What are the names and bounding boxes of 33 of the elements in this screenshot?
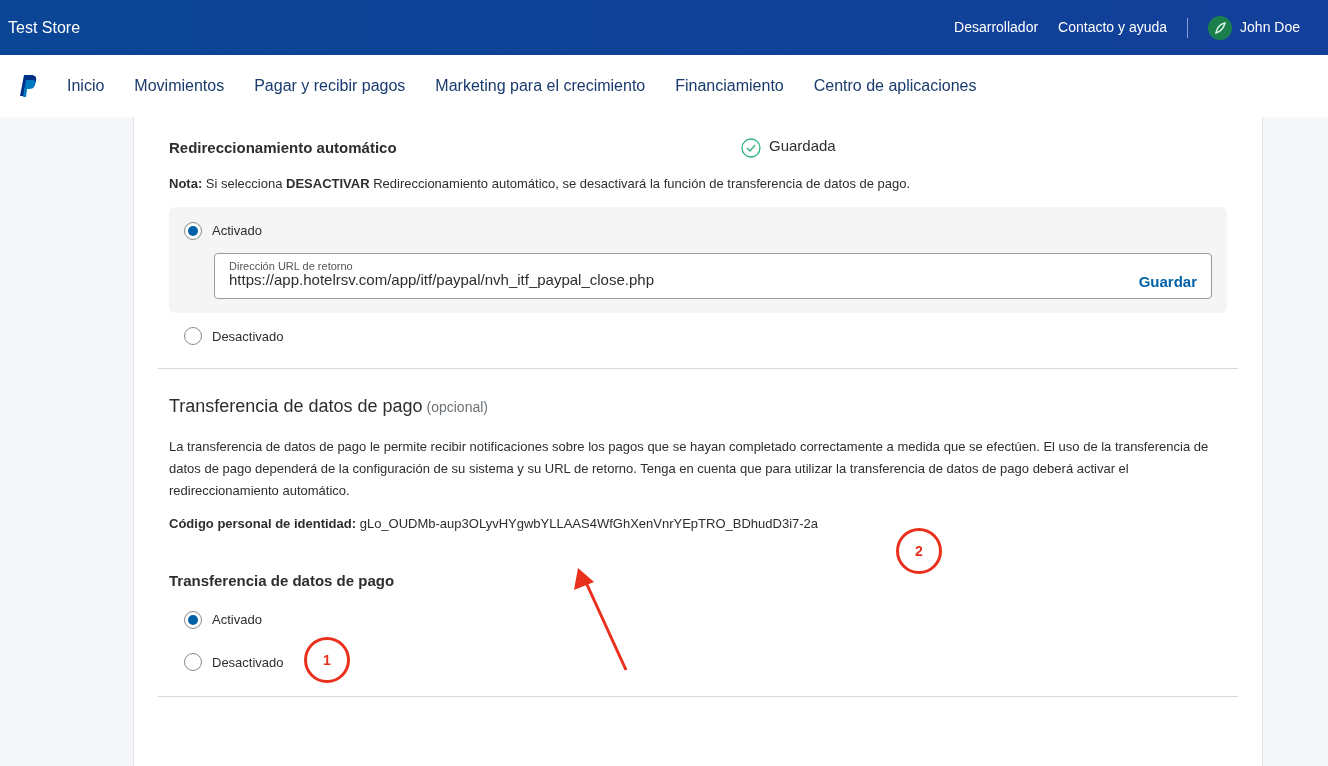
nav-link[interactable]: Financiamiento <box>675 74 784 98</box>
radio-label[interactable]: Activado <box>212 221 262 241</box>
nav-link[interactable]: Marketing para el crecimiento <box>435 74 646 98</box>
store-name: Test Store <box>8 17 81 38</box>
radio-label[interactable]: Desactivado <box>212 326 284 346</box>
section-title: Transferencia de datos de pago <box>169 395 423 418</box>
optional-label: (opcional) <box>426 398 488 417</box>
note-text: Nota: Si selecciona DESACTIVAR Redireccionamiento automático, se desactivará la función de transferencia de datos de pago. <box>169 174 912 193</box>
radio-button[interactable] <box>184 653 202 672</box>
header-link[interactable]: Desarrollador <box>954 17 1039 38</box>
save-link[interactable]: Guardar <box>1138 271 1197 294</box>
annotation-marker: 2 <box>896 528 942 574</box>
nav-link[interactable]: Movimientos <box>134 74 225 98</box>
section-title: Redireccionamiento automático <box>169 138 398 158</box>
return-url-field[interactable]: Dirección URL de retorno https://app.hotelrsv.com/app/itf/paypal/nvh_itf_paypal_close.php Guardar <box>214 252 1212 299</box>
nav-link[interactable]: Centro de aplicaciones <box>813 74 977 98</box>
saved-status: Guardada <box>769 136 836 156</box>
radio-label[interactable]: Desactivado <box>212 652 284 672</box>
radio-button[interactable] <box>184 327 202 346</box>
header-link[interactable]: Contacto y ayuda <box>1058 17 1168 38</box>
radio-button[interactable] <box>184 221 202 240</box>
avatar-icon[interactable] <box>1208 15 1233 40</box>
radio-button[interactable] <box>184 610 202 629</box>
annotation-marker: 1 <box>304 637 350 683</box>
radio-label[interactable]: Activado <box>212 610 262 630</box>
nav-link[interactable]: Inicio <box>67 74 105 98</box>
setting-title: Transferencia de datos de pago <box>169 570 396 591</box>
description-text: La transferencia de datos de pago le permite recibir notificaciones sobre los pagos que se hayan completado correctamente a medida que se efectúen. El uso de la transferencia de datos de pago dependerá de la configuración de su sistema y su URL de retorno. Tenga en cuenta que para utilizar la transferencia de datos de pago deberá activar el redireccionamiento automático. <box>169 438 1210 500</box>
paypal-logo-icon[interactable] <box>17 74 37 98</box>
identity-token-text: Código personal de identidad: gLo_OUDMb-aup3OLyvHYgwbYLLAAS4WfGhXenVnrYEpTRO_BDhudD3i7-2a <box>169 515 820 533</box>
nav-link[interactable]: Pagar y recibir pagos <box>254 74 406 98</box>
check-circle-icon <box>741 138 761 159</box>
user-name[interactable]: John Doe <box>1240 17 1300 38</box>
